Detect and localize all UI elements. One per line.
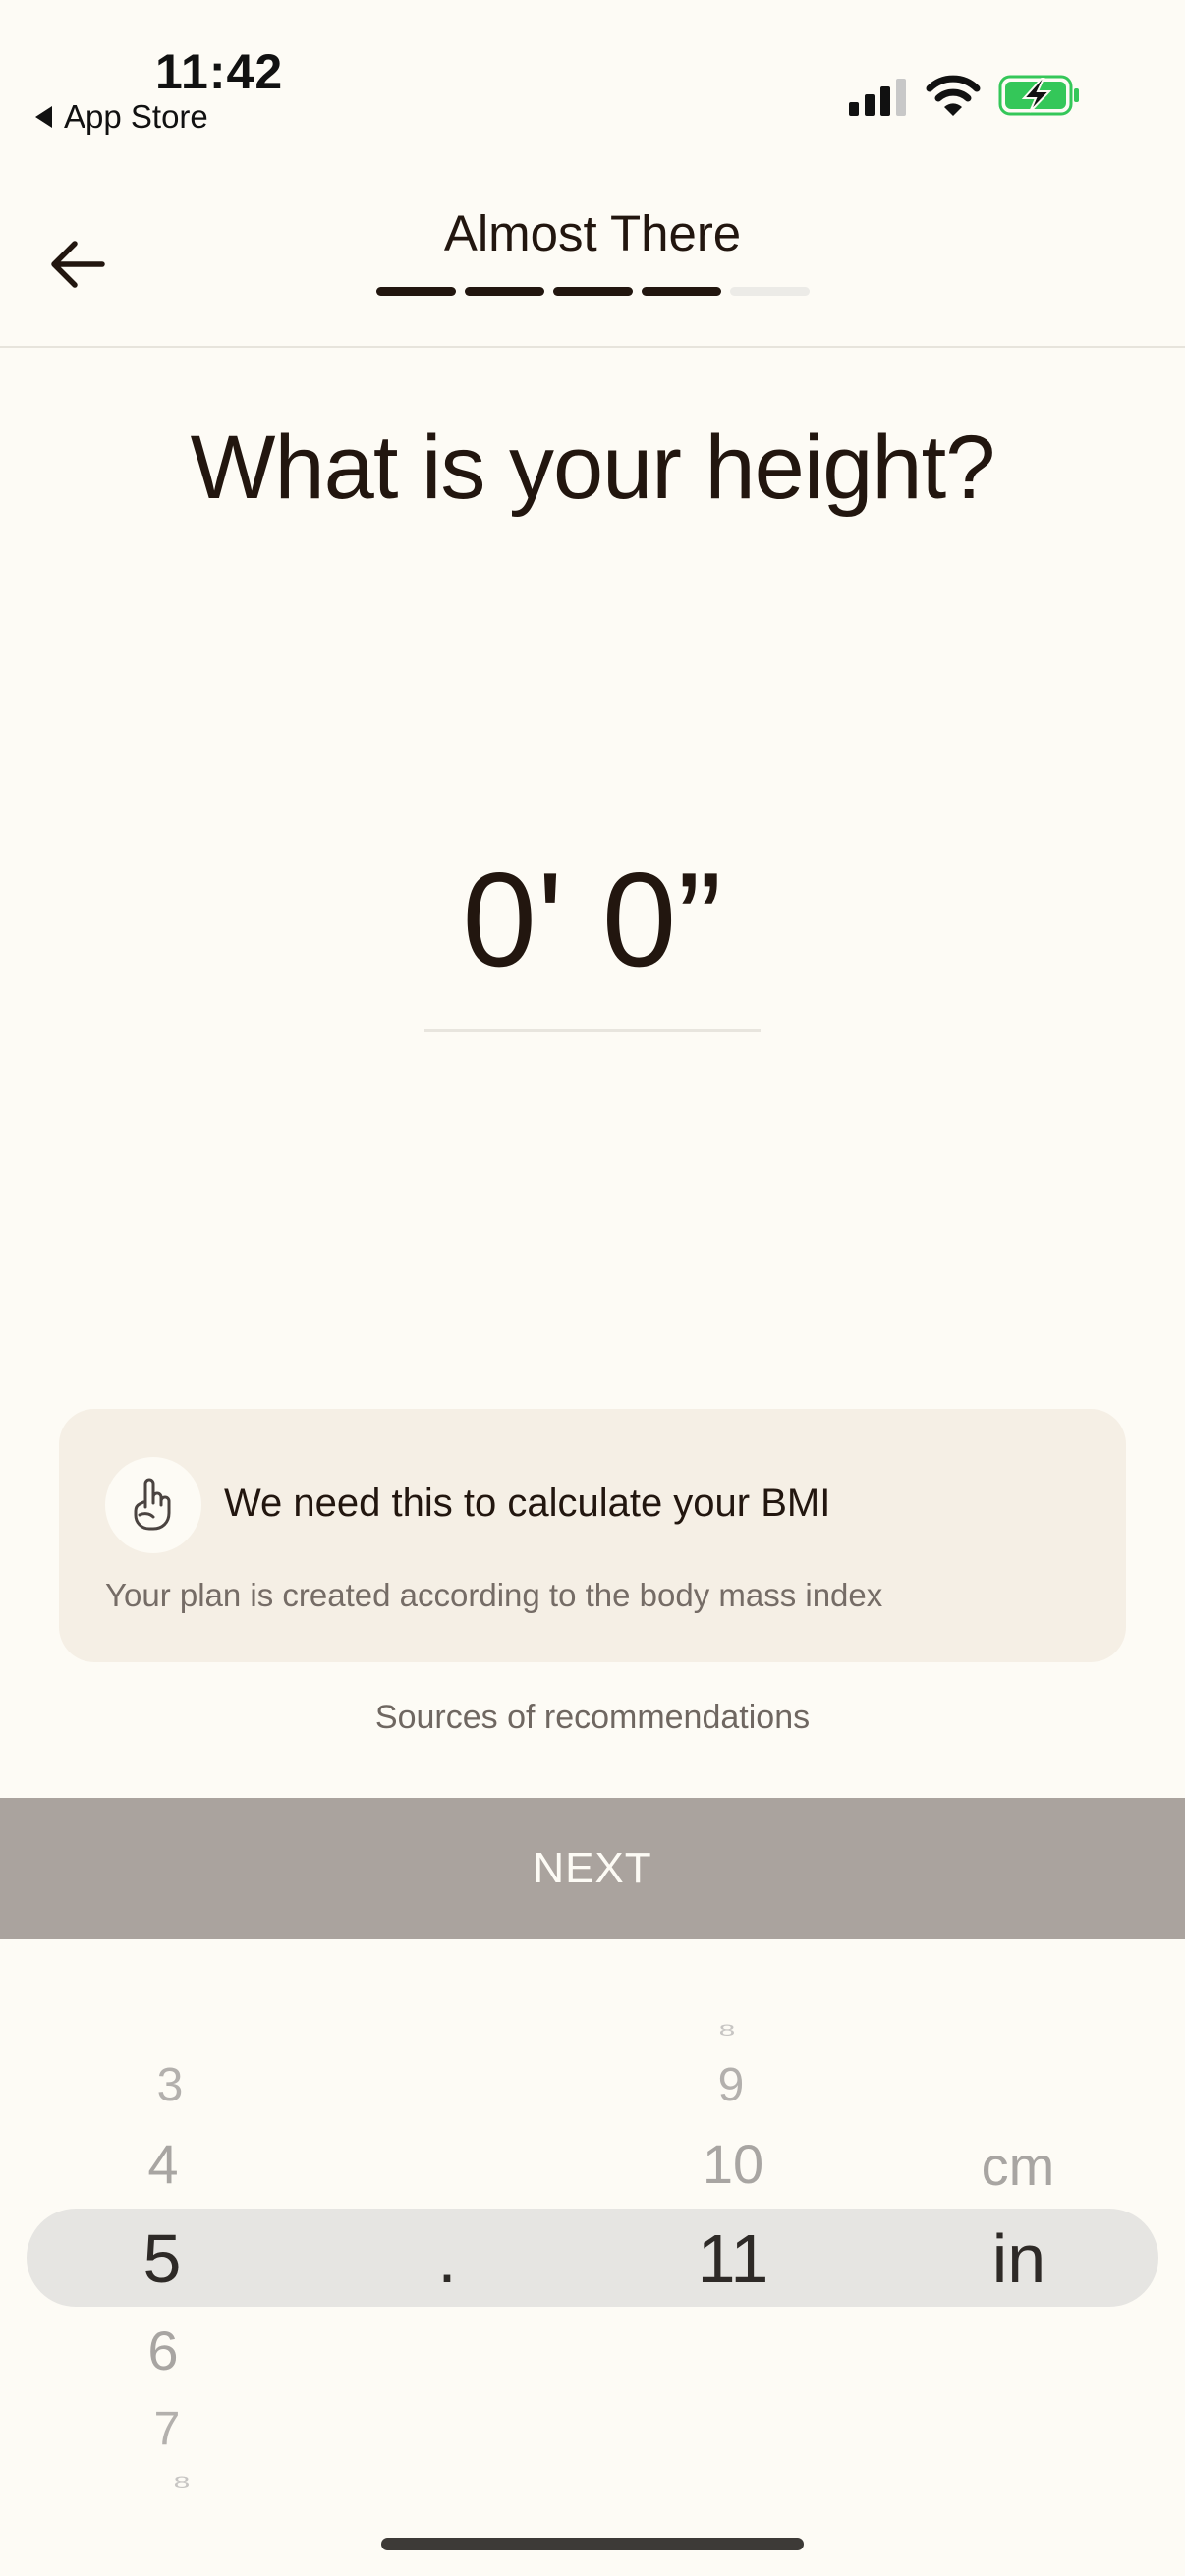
progress-segment (376, 287, 456, 296)
back-app-label: App Store (64, 98, 208, 135)
question-title: What is your height? (190, 418, 996, 518)
inches-option[interactable]: 10 (703, 2132, 763, 2196)
battery-charging-icon (998, 75, 1079, 116)
next-button[interactable]: NEXT (0, 1798, 1185, 1939)
feet-option[interactable]: 7 (154, 2402, 181, 2456)
picker-selection-highlight (27, 2209, 1158, 2307)
header-divider (0, 346, 1185, 348)
feet-option[interactable]: 3 (157, 2058, 184, 2112)
home-indicator (381, 2538, 804, 2550)
progress-segment (465, 287, 544, 296)
feet-option[interactable]: 6 (147, 2319, 178, 2382)
unit-option-cm[interactable]: cm (982, 2134, 1055, 2198)
pointing-hand-icon (134, 1478, 171, 1531)
header-title: Almost There (443, 205, 742, 261)
feet-option[interactable]: 4 (147, 2132, 178, 2196)
sources-of-recommendations-link[interactable]: Sources of recommendations (0, 1699, 1185, 1737)
unit-selected-in[interactable]: in (992, 2219, 1045, 2298)
feet-selected[interactable]: 5 (143, 2219, 182, 2298)
back-to-app-store[interactable]: App Store (35, 98, 208, 136)
feet-option[interactable]: 8 (174, 2474, 191, 2492)
inches-option[interactable]: 9 (718, 2058, 745, 2112)
cellular-signal-icon (849, 79, 906, 116)
info-card-subtitle: Your plan is created according to the bo… (105, 1577, 883, 1613)
value-underline (424, 1029, 761, 1032)
inches-option[interactable]: 8 (719, 2022, 736, 2041)
bmi-info-card (59, 1409, 1126, 1662)
info-card-title: We need this to calculate your BMI (224, 1482, 831, 1525)
progress-segment (553, 287, 633, 296)
inches-selected[interactable]: 11 (698, 2219, 769, 2298)
progress-indicator (376, 287, 810, 296)
decimal-separator: . (437, 2220, 457, 2297)
progress-segment (730, 287, 810, 296)
hand-icon-badge (105, 1457, 201, 1553)
status-time: 11:42 (155, 44, 284, 99)
wifi-icon (926, 75, 981, 116)
height-value-display[interactable]: 0' 0” (0, 843, 1185, 996)
back-triangle-icon (35, 106, 52, 128)
progress-segment (642, 287, 721, 296)
